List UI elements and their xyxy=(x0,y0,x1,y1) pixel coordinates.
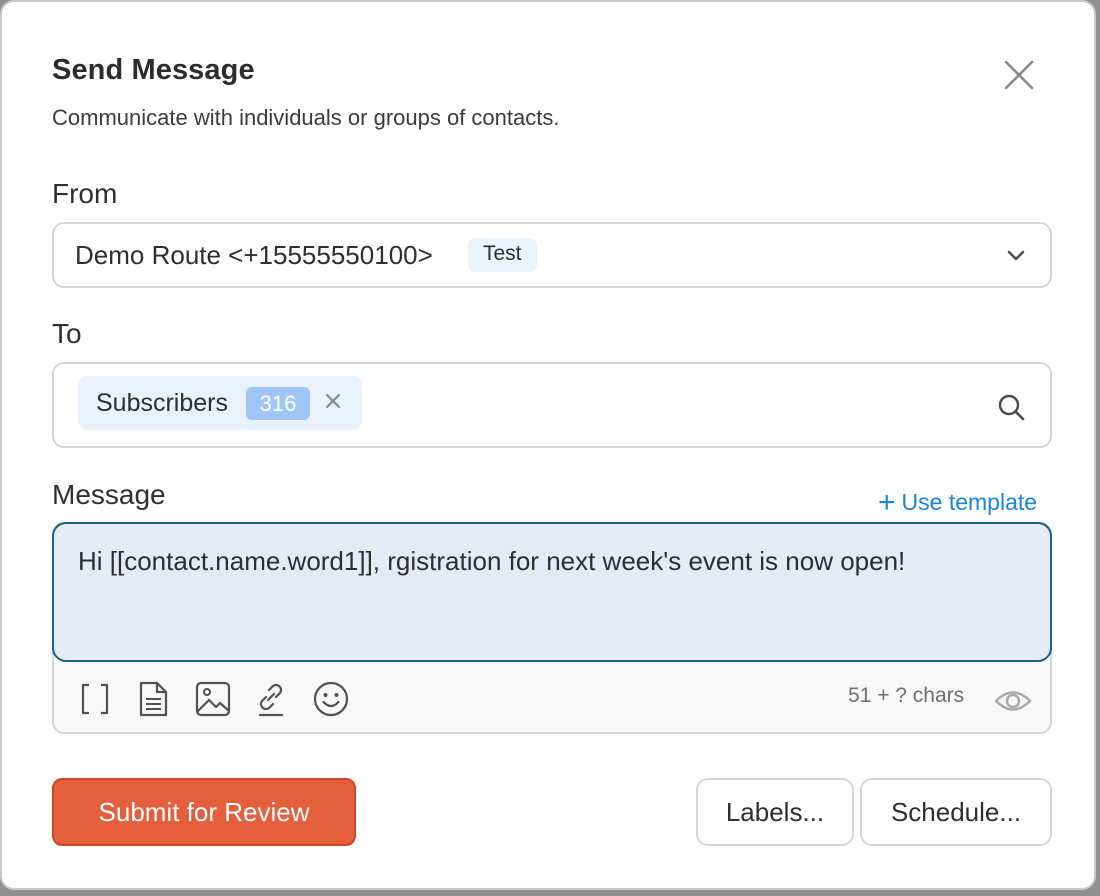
message-composer: Hi [[contact.name.word1]], rgistration f… xyxy=(52,522,1052,734)
image-icon[interactable] xyxy=(194,680,232,718)
link-icon[interactable] xyxy=(252,680,290,718)
use-template-link[interactable]: + Use template xyxy=(878,484,1038,519)
send-message-dialog: Send Message Communicate with individual… xyxy=(0,0,1096,890)
dialog-title: Send Message xyxy=(52,54,255,86)
schedule-button[interactable]: Schedule... xyxy=(860,778,1052,846)
from-selected-value: Demo Route <+15555550100> xyxy=(75,240,433,270)
emoji-icon[interactable] xyxy=(312,680,350,718)
plus-icon: + xyxy=(878,486,896,519)
close-button[interactable] xyxy=(998,54,1042,98)
recipient-count-badge: 316 xyxy=(246,387,310,420)
message-textarea[interactable]: Hi [[contact.name.word1]], rgistration f… xyxy=(52,522,1052,662)
test-badge: Test xyxy=(468,238,537,272)
submit-for-review-button[interactable]: Submit for Review xyxy=(52,778,356,846)
use-template-label: Use template xyxy=(901,489,1038,515)
document-icon[interactable] xyxy=(134,680,172,718)
recipient-chip: Subscribers 316 xyxy=(78,376,362,430)
eye-icon[interactable] xyxy=(994,682,1032,720)
brackets-icon[interactable] xyxy=(76,680,114,718)
recipients-field[interactable]: Subscribers 316 xyxy=(52,362,1052,448)
labels-button[interactable]: Labels... xyxy=(696,778,854,846)
chevron-down-icon xyxy=(1007,250,1025,261)
from-select[interactable]: Demo Route <+15555550100> Test xyxy=(52,222,1052,288)
to-label: To xyxy=(52,318,82,349)
close-icon xyxy=(1004,60,1034,90)
character-count: 51 + ? chars xyxy=(848,684,965,707)
recipient-chip-label: Subscribers xyxy=(96,389,228,417)
search-icon[interactable] xyxy=(996,392,1026,422)
remove-recipient-icon[interactable] xyxy=(322,390,346,414)
dialog-subtitle: Communicate with individuals or groups o… xyxy=(52,105,560,130)
message-label: Message xyxy=(52,479,166,510)
from-label: From xyxy=(52,178,118,209)
